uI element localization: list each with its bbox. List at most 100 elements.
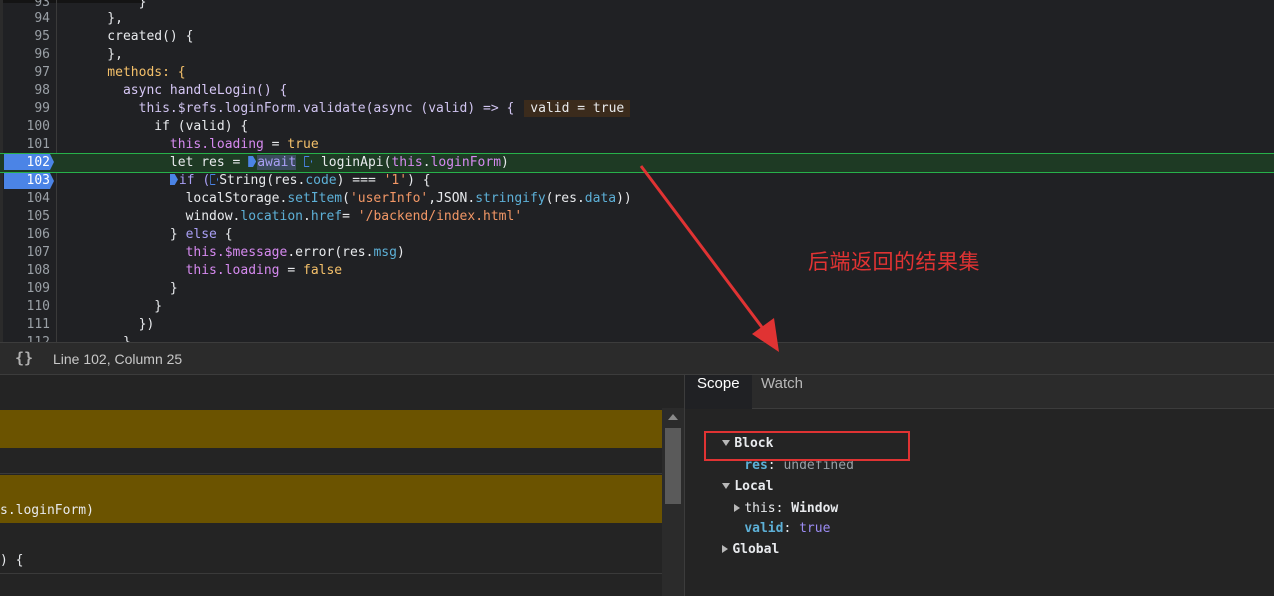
code-segment: = [279,263,303,278]
code-segment: ) === [336,173,384,188]
line-number[interactable]: 108 [0,262,50,280]
breakpoint-code-line: 103 if (String(res.code) === '1') { [0,172,1274,190]
line-number[interactable]: 98 [0,82,50,100]
code-segment: loginApi( [313,155,392,170]
code-text: }, [76,47,123,62]
source-editor[interactable]: 93 } 94 }, 95 created() { 96 }, 97 metho… [0,0,1274,342]
code-segment: '/backend/index.html' [357,209,523,224]
expand-right-icon[interactable] [722,545,729,553]
line-number[interactable]: 107 [0,244,50,262]
code-segment: . [303,209,311,224]
code-segment: ) { [407,173,431,188]
variable-value: true [799,521,831,536]
code-line: 100 if (valid) { [0,118,1274,136]
code-segment: . [287,245,296,260]
code-segment: String(res. [219,173,306,188]
code-line: 101 this.loading = true [0,136,1274,154]
code-line: 94 }, [0,10,1274,28]
code-segment: )) [616,191,632,206]
tab-scope[interactable]: Scope [685,375,752,409]
code-text: }, [76,11,123,26]
code-text: methods: { [76,65,186,80]
inline-breakpoint-icon[interactable] [169,174,178,185]
line-number[interactable]: 100 [0,118,50,136]
pretty-print-icon[interactable]: {} [15,349,33,367]
code-line: 109 } [0,280,1274,298]
code-text: if (String(res.code) === '1') { [76,172,431,190]
line-number[interactable]: 97 [0,64,50,82]
line-number[interactable]: 96 [0,46,50,64]
line-number[interactable]: 109 [0,280,50,298]
line-number[interactable]: 112 [0,334,50,342]
code-line: 96 }, [0,46,1274,64]
code-segment: { [216,227,233,242]
code-line: 98 async handleLogin() { [0,82,1274,100]
scope-tab-bar: Scope Watch [685,375,1274,409]
line-number[interactable]: 106 [0,226,50,244]
vertical-scrollbar[interactable] [662,408,684,596]
code-text: created() { [76,29,194,44]
code-segment: stringify [475,191,546,206]
line-number[interactable]: 105 [0,208,50,226]
line-number[interactable]: 94 [0,10,50,28]
scrollbar-thumb[interactable] [665,428,681,504]
editor-status-bar: {} Line 102, Column 25 [0,342,1274,375]
code-segment: code [305,173,337,188]
code-segment: ( [342,191,350,206]
highlighted-row[interactable] [0,410,662,448]
code-segment: ) [396,245,405,260]
line-number[interactable]: 95 [0,28,50,46]
inline-value-badge: valid = true [524,100,631,117]
code-segment: this. [76,137,210,152]
code-text: localStorage.setItem('userInfo',JSON.str… [76,190,632,208]
scope-global[interactable]: Global [691,520,779,580]
code-segment: if ( [178,173,211,188]
line-number[interactable]: 111 [0,316,50,334]
code-segment: loginForm [430,155,502,170]
code-text: let res = await loginApi(this.loginForm) [76,154,509,172]
code-line: 105 window.location.href= '/backend/inde… [0,208,1274,226]
row-divider [0,473,662,474]
code-text: } [76,299,163,314]
code-line: 107 this.$message.error(res.msg) [0,244,1274,262]
code-segment: setItem [287,191,343,206]
scroll-up-icon[interactable] [668,414,678,420]
inline-breakpoint-icon[interactable] [210,174,219,185]
line-number[interactable]: 110 [0,298,50,316]
line-number[interactable]: 102 [0,154,50,172]
code-text: async handleLogin() { [76,83,288,98]
code-line: 108 this.loading = false [0,262,1274,280]
tab-watch[interactable]: Watch [749,375,815,409]
code-segment: this. [76,245,225,260]
line-number[interactable]: 104 [0,190,50,208]
code-segment: location [240,209,303,224]
code-snippet: s.loginForm) [0,503,94,518]
highlighted-row[interactable]: s.loginForm) [0,475,662,523]
code-segment: . [422,155,431,170]
code-text: if (valid) { [76,119,249,134]
code-segment: href [310,209,343,224]
cursor-position: Line 102, Column 25 [53,351,183,367]
code-segment: loading [209,137,264,152]
code-segment: true [287,137,319,152]
code-segment: = [342,209,358,224]
code-segment: 'userInfo' [349,191,429,206]
annotation-label: 后端返回的结果集 [808,250,980,274]
line-number[interactable]: 101 [0,136,50,154]
code-segment: localStorage. [76,191,288,206]
line-number[interactable]: 99 [0,100,50,118]
code-text: } [76,281,178,296]
scope-pane: Scope Watch Block res: undefined Local t… [684,375,1274,596]
code-segment: this.$refs.loginForm.validate(async (val… [76,101,515,116]
separator: : [783,521,800,536]
code-segment: $message [224,245,288,260]
code-text: } else { [76,226,233,244]
line-number[interactable]: 103 [0,172,50,190]
code-snippet: ) { [0,553,24,568]
row-divider [0,573,662,574]
inline-breakpoint-icon[interactable] [248,156,257,167]
inline-breakpoint-icon[interactable] [304,156,313,167]
code-segment: error [295,245,335,260]
code-line: 104 localStorage.setItem('userInfo',JSON… [0,190,1274,208]
